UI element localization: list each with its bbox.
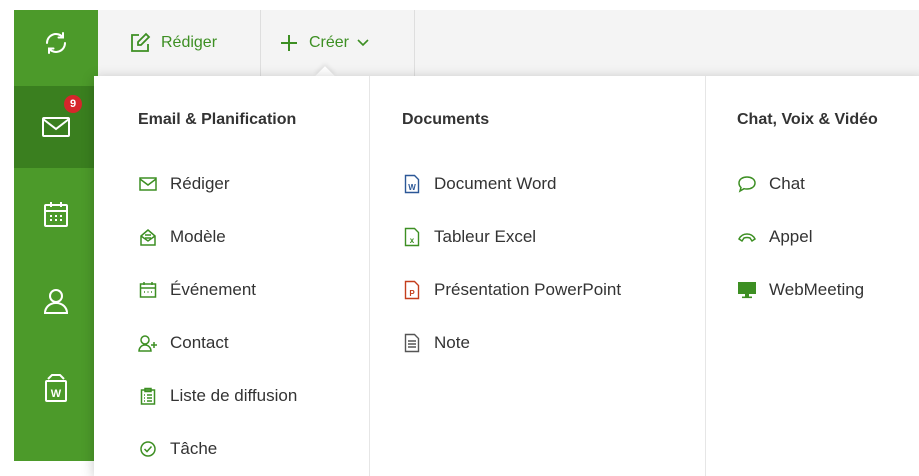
menu-item-label: Présentation PowerPoint [434, 280, 622, 299]
svg-text:W: W [51, 388, 62, 400]
menu-item-excel-spreadsheet[interactable]: x Tableur Excel [402, 222, 536, 252]
menu-column-chat-voice-video: Chat, Voix & Vidéo Chat Appel WebMeeting [706, 76, 919, 476]
menu-item-webmeeting[interactable]: WebMeeting [737, 275, 864, 305]
task-icon [138, 439, 158, 459]
menu-item-template[interactable]: Modèle [138, 222, 226, 252]
compose-button[interactable]: Rédiger [129, 10, 217, 76]
menu-item-task[interactable]: Tâche [138, 434, 217, 464]
menu-item-event[interactable]: Événement [138, 275, 256, 305]
sidebar-item-mail[interactable]: 9 [14, 86, 98, 168]
sidebar-item-documents[interactable]: W [14, 347, 98, 429]
menu-item-label: Tableur Excel [434, 227, 537, 246]
excel-doc-icon: x [402, 227, 422, 247]
unread-count-badge: 9 [64, 95, 82, 113]
mail-icon [42, 117, 70, 137]
menu-item-chat[interactable]: Chat [737, 169, 805, 199]
chevron-down-icon [357, 39, 369, 47]
person-icon [43, 289, 69, 314]
powerpoint-doc-icon: P [402, 280, 422, 300]
sync-button[interactable] [14, 10, 98, 76]
sidebar-item-calendar[interactable] [14, 173, 98, 255]
menu-item-label: Événement [170, 280, 256, 299]
sync-icon [46, 32, 66, 54]
menu-item-compose[interactable]: Rédiger [138, 169, 230, 199]
monitor-icon [737, 280, 757, 300]
phone-icon [737, 227, 757, 247]
column-title: Chat, Voix & Vidéo [737, 111, 878, 128]
menu-item-label: Appel [769, 227, 813, 246]
menu-item-mailing-list[interactable]: Liste de diffusion [138, 381, 297, 411]
compose-icon [131, 32, 151, 52]
calendar-icon [138, 280, 158, 300]
menu-item-label: Tâche [170, 439, 218, 458]
toolbar-divider [260, 10, 261, 76]
menu-item-label: Rédiger [170, 174, 230, 193]
column-title: Email & Planification [138, 111, 297, 128]
compose-label: Rédiger [161, 34, 218, 51]
toolbar-divider [414, 10, 415, 76]
menu-item-label: Contact [170, 333, 229, 352]
office-documents-icon: W [45, 374, 67, 402]
menu-item-label: Document Word [434, 174, 557, 193]
menu-item-label: Note [434, 333, 470, 352]
sidebar: 9 W [14, 10, 98, 461]
menu-item-label: Chat [769, 174, 805, 193]
chat-icon [737, 174, 757, 194]
word-doc-icon: W [402, 174, 422, 194]
mailing-list-icon [138, 386, 158, 406]
menu-item-label: Modèle [170, 227, 226, 246]
note-icon [402, 333, 422, 353]
template-icon [138, 227, 158, 247]
menu-item-label: Liste de diffusion [170, 386, 298, 405]
menu-item-note[interactable]: Note [402, 328, 470, 358]
svg-text:W: W [408, 183, 416, 192]
calendar-icon [44, 202, 68, 227]
svg-text:P: P [409, 289, 415, 298]
svg-text:x: x [410, 236, 415, 245]
menu-item-contact[interactable]: Contact [138, 328, 229, 358]
mail-icon [138, 174, 158, 194]
menu-item-call[interactable]: Appel [737, 222, 812, 252]
add-contact-icon [138, 333, 158, 353]
column-title: Documents [402, 111, 490, 128]
menu-column-email-planning: Email & Planification Rédiger Modèle Évé… [94, 76, 370, 476]
toolbar: Rédiger Créer [98, 10, 919, 77]
menu-item-powerpoint-presentation[interactable]: P Présentation PowerPoint [402, 275, 621, 305]
sidebar-item-contacts[interactable] [14, 260, 98, 342]
menu-item-word-document[interactable]: W Document Word [402, 169, 557, 199]
plus-icon [281, 35, 297, 51]
menu-column-documents: Documents W Document Word x Tableur Exce… [370, 76, 705, 476]
create-menu: Email & Planification Rédiger Modèle Évé… [94, 76, 919, 476]
menu-item-label: WebMeeting [769, 280, 865, 299]
create-label: Créer [309, 34, 350, 51]
